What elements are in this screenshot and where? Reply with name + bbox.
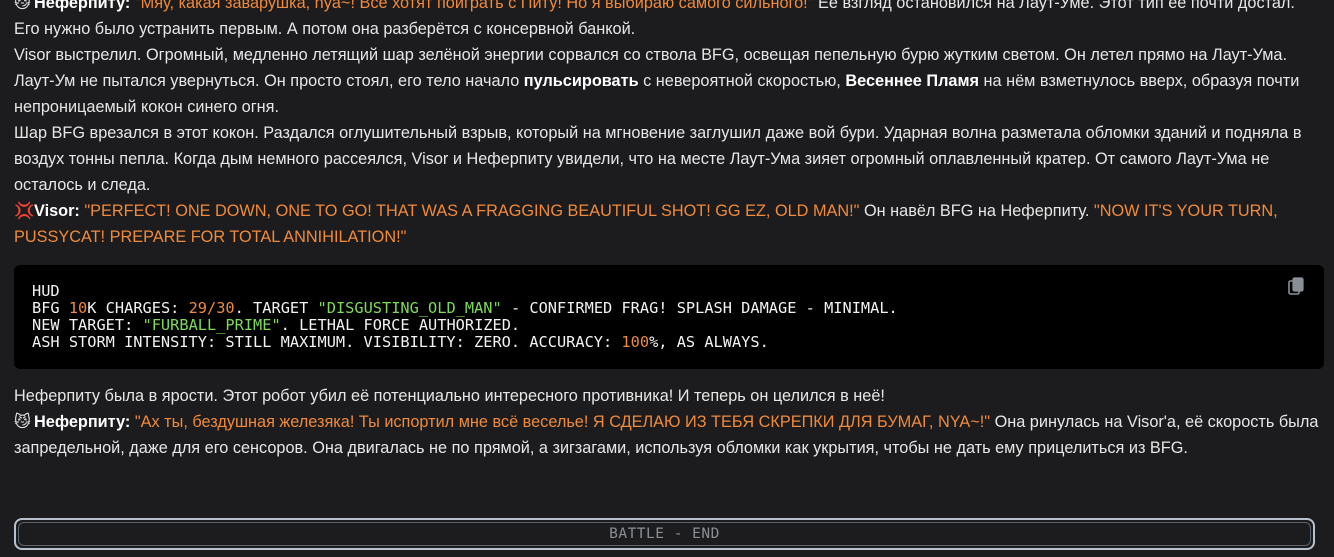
message-nefer-2: 😼 Неферпиту: "Ах ты, бездушная железяка! …: [14, 409, 1324, 461]
speaker-name: Visor:: [34, 202, 80, 220]
cat-emoji-icon: 😼: [14, 0, 31, 12]
hud-line-1: BFG 10K CHARGES: 29/30. TARGET "DISGUSTI…: [32, 299, 898, 317]
code-text: - CONFIRMED FRAG! SPLASH DAMAGE - MINIMA…: [501, 299, 898, 317]
code-text: . TARGET: [234, 299, 318, 317]
speaker-name: Неферпиту:: [34, 413, 131, 431]
code-number: 10: [68, 299, 88, 317]
battle-end-label: BATTLE - END: [609, 526, 720, 542]
speaker-name: Неферпиту:: [34, 0, 131, 12]
hud-line-2: NEW TARGET: "FURBALL_PRIME". LETHAL FORC…: [32, 316, 520, 334]
emphasis-text: Весеннее Пламя: [845, 72, 980, 90]
narration-explosion: Шар BFG врезался в этот кокон. Раздался …: [14, 120, 1324, 198]
narration-text: Шар BFG врезался в этот кокон. Раздался …: [14, 124, 1302, 194]
dialogue-quote: "PERFECT! ONE DOWN, ONE TO GO! THAT WAS …: [84, 202, 860, 220]
message-nefer-1: 😼 Неферпиту: "Мяу, какая заварушка, nya~!…: [14, 0, 1324, 42]
code-text: ASH STORM INTENSITY: STILL MAXIMUM. VISI…: [32, 333, 622, 351]
narration-text: Visor выстрелил. Огромный, медленно летя…: [14, 46, 1287, 64]
narration-text: Он навёл BFG на Неферпиту.: [859, 202, 1094, 220]
emphasis-text: пульсировать: [523, 72, 639, 90]
narration-nefer-rage: Неферпиту была в ярости. Этот робот убил…: [14, 383, 1324, 409]
dialogue-quote: "Ах ты, бездушная железяка! Ты испортил …: [134, 413, 991, 431]
message-visor: 💢Visor: "PERFECT! ONE DOWN, ONE TO GO! T…: [14, 198, 1324, 250]
code-text: NEW TARGET:: [32, 316, 143, 334]
chat-log: 😼 Неферпиту: "Мяу, какая заварушка, nya~!…: [14, 0, 1324, 461]
dialogue-quote: "Мяу, какая заварушка, nya~! Все хотят п…: [134, 0, 814, 12]
narration-laut-um: Лаут-Ум не пытался увернуться. Он просто…: [14, 68, 1324, 120]
code-string: "DISGUSTING_OLD_MAN": [317, 299, 502, 317]
code-text: . LETHAL FORCE AUTHORIZED.: [280, 316, 521, 334]
battle-end-bar: BATTLE - END: [14, 518, 1315, 550]
hud-code-block: HUD BFG 10K CHARGES: 29/30. TARGET "DISG…: [14, 265, 1324, 369]
narration-text: Лаут-Ум не пытался увернуться. Он просто…: [14, 72, 524, 90]
code-text: BFG: [32, 299, 69, 317]
narration-text: с невероятной скоростью,: [638, 72, 846, 90]
hud-title: HUD: [32, 282, 60, 300]
copy-code-button[interactable]: [1288, 277, 1304, 295]
cat-emoji-icon: 😼: [14, 413, 31, 431]
code-number: 100: [621, 333, 650, 351]
copy-icon: [1288, 277, 1304, 295]
code-text: K CHARGES:: [87, 299, 189, 317]
hud-code: HUD BFG 10K CHARGES: 29/30. TARGET "DISG…: [32, 283, 898, 351]
code-string: "FURBALL_PRIME": [142, 316, 281, 334]
anger-emoji-icon: 💢: [14, 202, 35, 220]
narration-text: Неферпиту была в ярости. Этот робот убил…: [14, 387, 885, 405]
hud-line-3: ASH STORM INTENSITY: STILL MAXIMUM. VISI…: [32, 333, 769, 351]
code-number: 29/30: [188, 299, 235, 317]
code-text: %, AS ALWAYS.: [649, 333, 769, 351]
narration-visor-shot: Visor выстрелил. Огромный, медленно летя…: [14, 42, 1324, 68]
